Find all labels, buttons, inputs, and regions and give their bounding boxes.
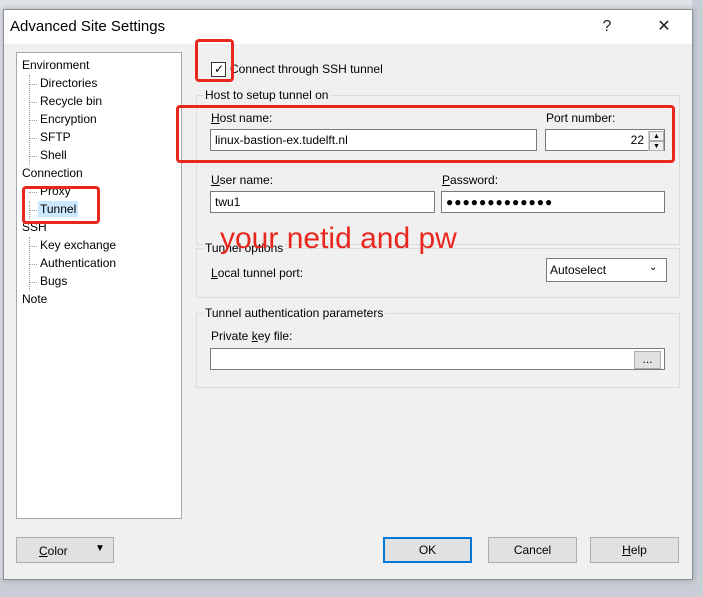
tree-item-environment[interactable]: Environment — [22, 57, 89, 73]
browse-button[interactable]: ... — [634, 351, 661, 369]
cancel-button[interactable]: Cancel — [488, 537, 577, 563]
settings-tree: Environment Directories Recycle bin Encr… — [16, 52, 182, 519]
tree-item-connection[interactable]: Connection — [22, 165, 83, 181]
help-button[interactable]: Help — [590, 537, 679, 563]
tree-item-note[interactable]: Note — [22, 291, 47, 307]
connect-through-ssh-label: Connect through SSH tunnel — [230, 62, 383, 76]
background-window-bottom — [0, 578, 703, 597]
private-key-label: Private key file: — [211, 329, 293, 343]
annotation-host-highlight — [176, 105, 675, 163]
tree-item-key-exchange[interactable]: Key exchange — [40, 237, 116, 253]
help-question-icon[interactable]: ? — [594, 16, 620, 38]
advanced-site-settings-dialog: Advanced Site Settings ? ✕ Environment D… — [3, 9, 693, 580]
local-tunnel-port-value: Autoselect — [550, 263, 607, 277]
tree-item-directories[interactable]: Directories — [40, 75, 97, 91]
user-name-label: User name: — [211, 173, 274, 187]
tree-item-sftp[interactable]: SFTP — [40, 129, 71, 145]
close-icon[interactable]: ✕ — [651, 16, 677, 38]
ok-button[interactable]: OK — [383, 537, 472, 563]
tree-item-bugs[interactable]: Bugs — [40, 273, 67, 289]
annotation-tunnel-highlight — [22, 186, 100, 224]
local-tunnel-port-select[interactable]: Autoselect ⌄ — [546, 258, 667, 282]
dropdown-arrow-icon: ▼ — [95, 543, 105, 554]
chevron-down-icon: ⌄ — [649, 262, 658, 273]
tree-item-encryption[interactable]: Encryption — [40, 111, 97, 127]
password-input[interactable]: ●●●●●●●●●●●●● — [441, 191, 665, 213]
private-key-input[interactable] — [210, 348, 665, 370]
dialog-title: Advanced Site Settings — [10, 18, 166, 35]
host-group-title: Host to setup tunnel on — [203, 88, 331, 102]
color-button[interactable]: Color ▼ — [16, 537, 114, 563]
tunnel-auth-title: Tunnel authentication parameters — [203, 306, 386, 320]
background-window-edge — [692, 0, 703, 597]
title-bar: Advanced Site Settings ? ✕ — [4, 10, 692, 44]
color-button-label: Color — [39, 544, 68, 558]
annotation-text: your netid and pw — [220, 222, 457, 255]
local-tunnel-port-label: Local tunnel port: — [211, 266, 304, 280]
password-label: Password: — [442, 173, 499, 187]
tree-item-recycle-bin[interactable]: Recycle bin — [40, 93, 102, 109]
tree-item-shell[interactable]: Shell — [40, 147, 67, 163]
annotation-checkbox-highlight — [195, 39, 234, 82]
user-name-input[interactable]: twu1 — [210, 191, 435, 213]
tree-item-authentication[interactable]: Authentication — [40, 255, 116, 271]
